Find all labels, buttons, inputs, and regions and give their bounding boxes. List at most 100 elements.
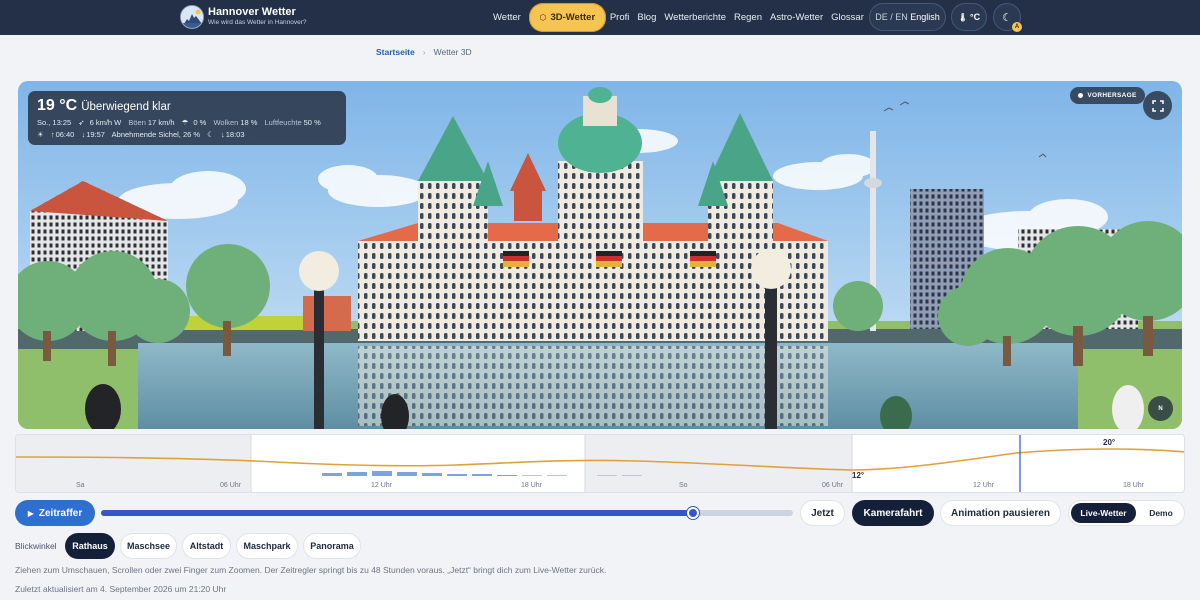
view-chip-maschpark-label: Maschpark xyxy=(243,541,291,551)
mode-demo-label: Demo xyxy=(1149,508,1173,518)
timeline-label-sa: Sa xyxy=(76,482,85,489)
now-label: Jetzt xyxy=(811,507,834,519)
forecast-timeline[interactable]: Sa 06 Uhr 12 Uhr 18 Uhr So 06 Uhr 12 Uhr… xyxy=(15,434,1185,493)
timeline-chart xyxy=(16,435,1184,492)
moonset-arrow-icon: ↓ xyxy=(220,130,225,139)
play-icon: ▶ xyxy=(27,508,34,518)
unit-toggle[interactable]: 🌡 °C xyxy=(951,3,987,31)
mode-demo-option[interactable]: Demo xyxy=(1139,503,1183,523)
sunrise-time: 06:40 xyxy=(55,130,75,139)
main-nav: Wetter ⬡ 3D-Wetter Profi Blog Wetterberic… xyxy=(493,3,872,32)
mode-switch: Live-Wetter Demo xyxy=(1068,500,1185,526)
timeline-label-18-sa: 18 Uhr xyxy=(521,482,543,489)
gusts-label: Böen xyxy=(128,118,146,127)
current-time: So., 13:25 xyxy=(37,118,72,127)
compass-north-label: N xyxy=(1158,405,1163,412)
unit-label: °C xyxy=(970,12,981,22)
compass-button[interactable]: N xyxy=(1148,396,1173,421)
theme-auto-badge: A xyxy=(1012,22,1022,32)
thermometer-icon: 🌡 xyxy=(957,12,969,22)
view-chip-rathaus[interactable]: Rathaus xyxy=(65,533,115,559)
cube-icon: ⬡ xyxy=(539,13,547,22)
top-navigation-bar: Hannover Wetter Wie wird das Wetter in H… xyxy=(0,0,1200,35)
view-chip-panorama-label: Panorama xyxy=(310,541,354,551)
brand-title: Hannover Wetter xyxy=(208,6,296,19)
rain-value: 0 % xyxy=(193,118,207,127)
fullscreen-button[interactable] xyxy=(1143,91,1172,120)
time-slider-handle[interactable] xyxy=(686,507,699,519)
time-slider[interactable] xyxy=(101,507,793,519)
breadcrumb-current: Wetter 3D xyxy=(433,47,472,57)
current-condition: Überwiegend klar xyxy=(81,101,171,113)
wind-icon: ➶ xyxy=(78,118,85,127)
breadcrumb: Startseite › Wetter 3D xyxy=(376,47,472,57)
breadcrumb-home[interactable]: Startseite xyxy=(376,47,415,57)
moon-icon: ☾ xyxy=(1002,11,1012,24)
nav-glossar[interactable]: Glossar xyxy=(831,12,864,23)
umbrella-icon: ☂ xyxy=(181,118,189,127)
theme-toggle[interactable]: ☾ A xyxy=(993,3,1022,32)
view-chip-maschsee[interactable]: Maschsee xyxy=(120,533,177,559)
sunrise-arrow-icon: ↑ xyxy=(50,130,55,139)
status-dot-icon xyxy=(1078,93,1084,98)
pause-animation-label: Animation pausieren xyxy=(951,507,1050,519)
view-chip-altstadt[interactable]: Altstadt xyxy=(182,533,231,559)
forecast-badge: VORHERSAGE xyxy=(1070,87,1145,104)
moon-icon-small: ☾ xyxy=(207,130,214,139)
current-weather-card: 19 °C Überwiegend klar So., 13:25 ➶ 6 km/… xyxy=(28,91,346,145)
view-chip-rathaus-label: Rathaus xyxy=(72,541,108,551)
timeline-max-temp: 20° xyxy=(1103,438,1116,447)
timeline-label-06-so: 06 Uhr xyxy=(822,482,844,489)
nav-profi[interactable]: Profi xyxy=(610,12,630,23)
time-slider-fill xyxy=(101,510,693,516)
nav-3d-wetter[interactable]: ⬡ 3D-Wetter xyxy=(528,3,606,32)
view-chip-maschsee-label: Maschsee xyxy=(126,541,171,551)
timeline-label-so: So xyxy=(679,482,688,489)
forecast-badge-label: VORHERSAGE xyxy=(1087,92,1137,99)
timeline-label-12-so: 12 Uhr xyxy=(973,482,995,489)
humidity-label: Luftfeuchte xyxy=(264,118,302,127)
current-temperature: 19 °C xyxy=(37,97,78,114)
mode-live-label: Live-Wetter xyxy=(1080,508,1127,518)
fullscreen-icon xyxy=(1151,99,1164,112)
wind-value: 6 km/h W xyxy=(89,118,122,127)
language-name: English xyxy=(910,12,940,22)
humidity-value: 50 % xyxy=(303,118,321,127)
nav-wetter[interactable]: Wetter xyxy=(493,12,521,23)
language-codes: DE / EN xyxy=(875,12,908,22)
clouds-value: 18 % xyxy=(240,118,258,127)
timeline-label-06-sa: 06 Uhr xyxy=(220,482,242,489)
mode-live-option[interactable]: Live-Wetter xyxy=(1071,503,1136,523)
camera-flight-label: Kamerafahrt xyxy=(863,507,923,519)
brand-subtitle: Wie wird das Wetter in Hannover? xyxy=(208,19,307,27)
brand-link[interactable]: Hannover Wetter Wie wird das Wetter in H… xyxy=(180,5,307,29)
now-button[interactable]: Jetzt xyxy=(800,500,845,526)
last-updated: Zuletzt aktualisiert am 4. September 202… xyxy=(15,584,227,594)
timelapse-button[interactable]: ▶ Zeitraffer xyxy=(15,500,95,526)
view-chip-panorama[interactable]: Panorama xyxy=(303,533,361,559)
timelapse-label: Zeitraffer xyxy=(38,507,83,519)
sunset-arrow-icon: ↓ xyxy=(81,130,86,139)
view-chip-altstadt-label: Altstadt xyxy=(189,541,224,551)
breadcrumb-separator-icon: › xyxy=(422,47,426,57)
pause-animation-button[interactable]: Animation pausieren xyxy=(940,500,1061,526)
gusts-value: 17 km/h xyxy=(147,118,175,127)
view-chip-maschpark[interactable]: Maschpark xyxy=(236,533,298,559)
view-angle-label: Blickwinkel xyxy=(15,541,57,551)
nav-3d-wetter-label: 3D-Wetter xyxy=(550,12,596,23)
nav-astro-wetter[interactable]: Astro-Wetter xyxy=(770,12,823,23)
camera-flight-button[interactable]: Kamerafahrt xyxy=(852,500,934,526)
nav-regen[interactable]: Regen xyxy=(734,12,762,23)
brand-logo-icon xyxy=(180,5,204,29)
nav-wetterberichte[interactable]: Wetterberichte xyxy=(664,12,726,23)
sun-icon: ☀ xyxy=(37,130,44,139)
nav-blog[interactable]: Blog xyxy=(637,12,656,23)
timeline-label-18-so: 18 Uhr xyxy=(1123,482,1145,489)
usage-hint: Ziehen zum Umschauen, Scrollen oder zwei… xyxy=(15,565,607,575)
language-switch[interactable]: DE / EN English xyxy=(869,3,946,31)
timeline-label-12-sa: 12 Uhr xyxy=(371,482,393,489)
moon-phase-text: Abnehmende Sichel, 26 % xyxy=(111,130,201,139)
moonset-time: 18:03 xyxy=(225,130,245,139)
timeline-min-temp: 12° xyxy=(852,471,865,480)
clouds-label: Wolken xyxy=(213,118,239,127)
